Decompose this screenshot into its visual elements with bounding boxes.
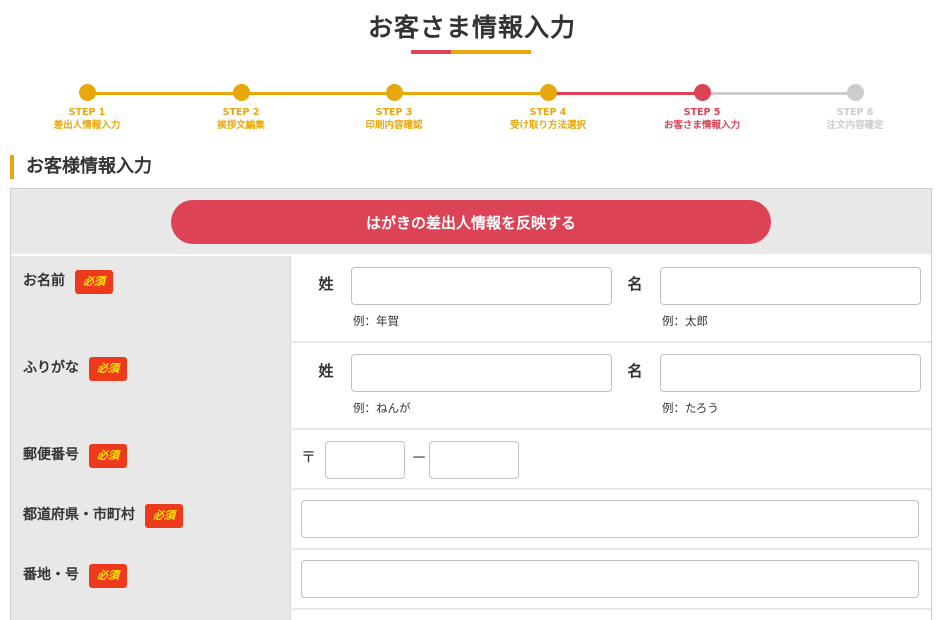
step-name: 注文内容確定 bbox=[826, 120, 884, 131]
step-name: 差出人情報入力 bbox=[53, 120, 121, 131]
postal-label-cell: 郵便番号 必須 bbox=[11, 430, 291, 488]
customer-form: はがきの差出人情報を反映する お名前 必須 姓 例：年賀 名 例：太郎 ふりがな… bbox=[10, 188, 932, 620]
title-underline-red bbox=[411, 50, 451, 54]
step-number: STEP 3 bbox=[375, 107, 413, 118]
step-number: STEP 2 bbox=[222, 107, 260, 118]
furigana-label: ふりがな bbox=[23, 360, 79, 376]
step-dot-5 bbox=[693, 84, 711, 101]
first-kana-input[interactable] bbox=[660, 354, 921, 392]
first-kana-hint: 例：たろう bbox=[662, 401, 719, 415]
last-kana-input[interactable] bbox=[351, 354, 612, 392]
step-label-5: STEP 5 お客さま情報入力 bbox=[627, 106, 777, 132]
next-field-cell bbox=[291, 610, 931, 620]
title-underline-yellow bbox=[451, 50, 531, 54]
address-label-cell: 番地・号 必須 bbox=[11, 550, 291, 608]
step-dot-4 bbox=[539, 84, 557, 101]
prefecture-label: 都道府県・市町村 bbox=[23, 507, 135, 523]
postal-code-second-input[interactable] bbox=[429, 441, 519, 479]
next-label-cell bbox=[11, 610, 291, 620]
required-badge: 必須 bbox=[89, 357, 127, 381]
last-name-input[interactable] bbox=[351, 267, 612, 305]
step-line-1 bbox=[87, 92, 241, 95]
postal-label: 郵便番号 bbox=[23, 447, 79, 463]
step-name: お客さま情報入力 bbox=[663, 120, 740, 131]
postal-mark-icon: 〒 bbox=[301, 448, 317, 466]
required-badge: 必須 bbox=[145, 504, 183, 528]
page-title: お客さま情報入力 bbox=[367, 13, 576, 42]
step-name: 受け取り方法選択 bbox=[509, 120, 586, 131]
step-number: STEP 4 bbox=[529, 107, 567, 118]
required-badge: 必須 bbox=[75, 270, 113, 294]
first-kana-label: 名 bbox=[627, 362, 643, 380]
step-label-3: STEP 3 印刷内容確認 bbox=[319, 106, 469, 132]
step-dot-1 bbox=[78, 84, 96, 101]
postal-row: 郵便番号 必須 〒 － bbox=[11, 430, 931, 490]
last-kana-hint: 例：ねんが bbox=[353, 401, 411, 415]
step-label-4: STEP 4 受け取り方法選択 bbox=[473, 106, 623, 132]
postal-dash: － bbox=[411, 448, 428, 467]
last-name-label: 姓 bbox=[318, 275, 334, 293]
last-name-hint: 例：年賀 bbox=[353, 314, 399, 328]
step-dot-2 bbox=[232, 84, 250, 101]
reflect-row: はがきの差出人情報を反映する bbox=[11, 189, 931, 256]
postal-code-first-input[interactable] bbox=[325, 441, 405, 479]
step-label-1: STEP 1 差出人情報入力 bbox=[12, 106, 162, 132]
street-address-input[interactable] bbox=[301, 560, 919, 598]
name-field-cell: 姓 例：年賀 名 例：太郎 bbox=[291, 256, 931, 341]
title-underline bbox=[411, 50, 531, 54]
next-row bbox=[11, 610, 931, 620]
first-name-label: 名 bbox=[627, 275, 643, 293]
furigana-row: ふりがな 必須 姓 例：ねんが 名 例：たろう bbox=[11, 343, 931, 430]
required-badge: 必須 bbox=[89, 444, 127, 468]
progress-stepper: STEP 1 差出人情報入力 STEP 2 挨拶文編集 STEP 3 印刷内容確… bbox=[0, 84, 944, 134]
last-kana-label: 姓 bbox=[318, 362, 334, 380]
reflect-sender-info-button[interactable]: はがきの差出人情報を反映する bbox=[171, 200, 771, 244]
name-label-cell: お名前 必須 bbox=[11, 256, 291, 341]
prefecture-field-cell bbox=[291, 490, 931, 548]
address-row: 番地・号 必須 bbox=[11, 550, 931, 610]
section-heading: お客様情報入力 bbox=[10, 155, 152, 179]
furigana-field-cell: 姓 例：ねんが 名 例：たろう bbox=[291, 343, 931, 428]
step-line-5 bbox=[702, 92, 855, 95]
step-label-2: STEP 2 挨拶文編集 bbox=[166, 106, 316, 132]
name-label: お名前 bbox=[23, 273, 65, 289]
postal-field-cell: 〒 － bbox=[291, 430, 931, 488]
step-line-2 bbox=[241, 92, 394, 95]
step-label-6: STEP 6 注文内容確定 bbox=[780, 106, 930, 132]
step-number: STEP 1 bbox=[68, 107, 106, 118]
address-field-cell bbox=[291, 550, 931, 608]
step-dot-6 bbox=[846, 84, 864, 101]
step-name: 印刷内容確認 bbox=[365, 120, 423, 131]
prefecture-label-cell: 都道府県・市町村 必須 bbox=[11, 490, 291, 548]
first-name-hint: 例：太郎 bbox=[662, 314, 708, 328]
furigana-label-cell: ふりがな 必須 bbox=[11, 343, 291, 428]
step-number: STEP 5 bbox=[683, 107, 721, 118]
first-name-input[interactable] bbox=[660, 267, 921, 305]
step-number: STEP 6 bbox=[836, 107, 874, 118]
step-dot-3 bbox=[385, 84, 403, 101]
address-label: 番地・号 bbox=[23, 567, 79, 583]
required-badge: 必須 bbox=[89, 564, 127, 588]
step-line-4 bbox=[548, 92, 702, 95]
step-line-3 bbox=[394, 92, 548, 95]
prefecture-city-input[interactable] bbox=[301, 500, 919, 538]
prefecture-row: 都道府県・市町村 必須 bbox=[11, 490, 931, 550]
name-row: お名前 必須 姓 例：年賀 名 例：太郎 bbox=[11, 256, 931, 343]
step-name: 挨拶文編集 bbox=[217, 120, 265, 131]
